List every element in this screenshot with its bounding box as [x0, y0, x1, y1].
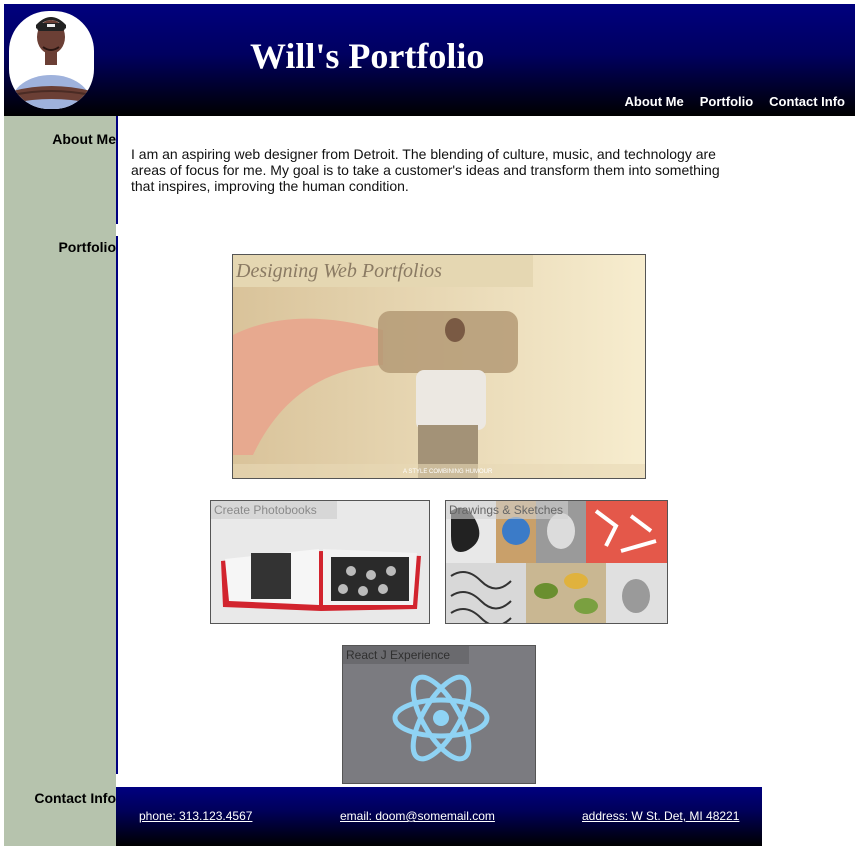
phone-link[interactable]: phone: 313.123.4567 — [139, 809, 252, 823]
slide-caption: A STYLE COMBINING HUMOUR — [403, 469, 493, 475]
nav-about-me[interactable]: About Me — [625, 94, 684, 109]
tile-label-react: React J Experience — [343, 646, 469, 664]
person-illustration-icon — [11, 17, 92, 109]
nav-portfolio[interactable]: Portfolio — [700, 94, 753, 109]
sidebar-label-portfolio: Portfolio — [58, 239, 116, 255]
portfolio-photo-icon: A STYLE COMBINING HUMOUR — [233, 255, 645, 478]
react-logo-icon — [392, 674, 490, 762]
tile-label-web: Designing Web Portfolios — [233, 255, 533, 287]
site-header: Will's Portfolio About Me Portfolio Cont… — [4, 4, 855, 116]
nav-contact-info[interactable]: Contact Info — [769, 94, 845, 109]
photobook-icon — [211, 501, 429, 623]
email-link[interactable]: email: doom@somemail.com — [340, 809, 495, 823]
tile-label-photobooks: Create Photobooks — [211, 501, 337, 519]
sketches-collage-icon — [446, 501, 667, 623]
portfolio-tile-sketches[interactable]: Drawings & Sketches — [445, 500, 668, 624]
footer: phone: 313.123.4567 email: doom@somemail… — [116, 787, 762, 846]
top-nav: About Me Portfolio Contact Info — [625, 94, 845, 109]
sidebar: About Me Portfolio Contact Info — [4, 116, 116, 846]
portfolio-tile-photobooks[interactable]: Create Photobooks — [210, 500, 430, 624]
address-link[interactable]: address: W St. Det, MI 48221 — [582, 809, 739, 823]
page-title: Will's Portfolio — [250, 36, 485, 76]
sidebar-label-contact: Contact Info — [34, 790, 116, 806]
portfolio-tile-web[interactable]: A STYLE COMBINING HUMOUR Designing Web P… — [232, 254, 646, 479]
divider — [116, 116, 118, 224]
avatar — [9, 11, 94, 109]
divider — [116, 236, 118, 774]
about-paragraph: I am an aspiring web designer from Detro… — [131, 146, 720, 194]
sidebar-label-about: About Me — [52, 131, 116, 147]
portfolio-tile-react[interactable]: React J Experience — [342, 645, 536, 784]
tile-label-sketches: Drawings & Sketches — [446, 501, 568, 519]
